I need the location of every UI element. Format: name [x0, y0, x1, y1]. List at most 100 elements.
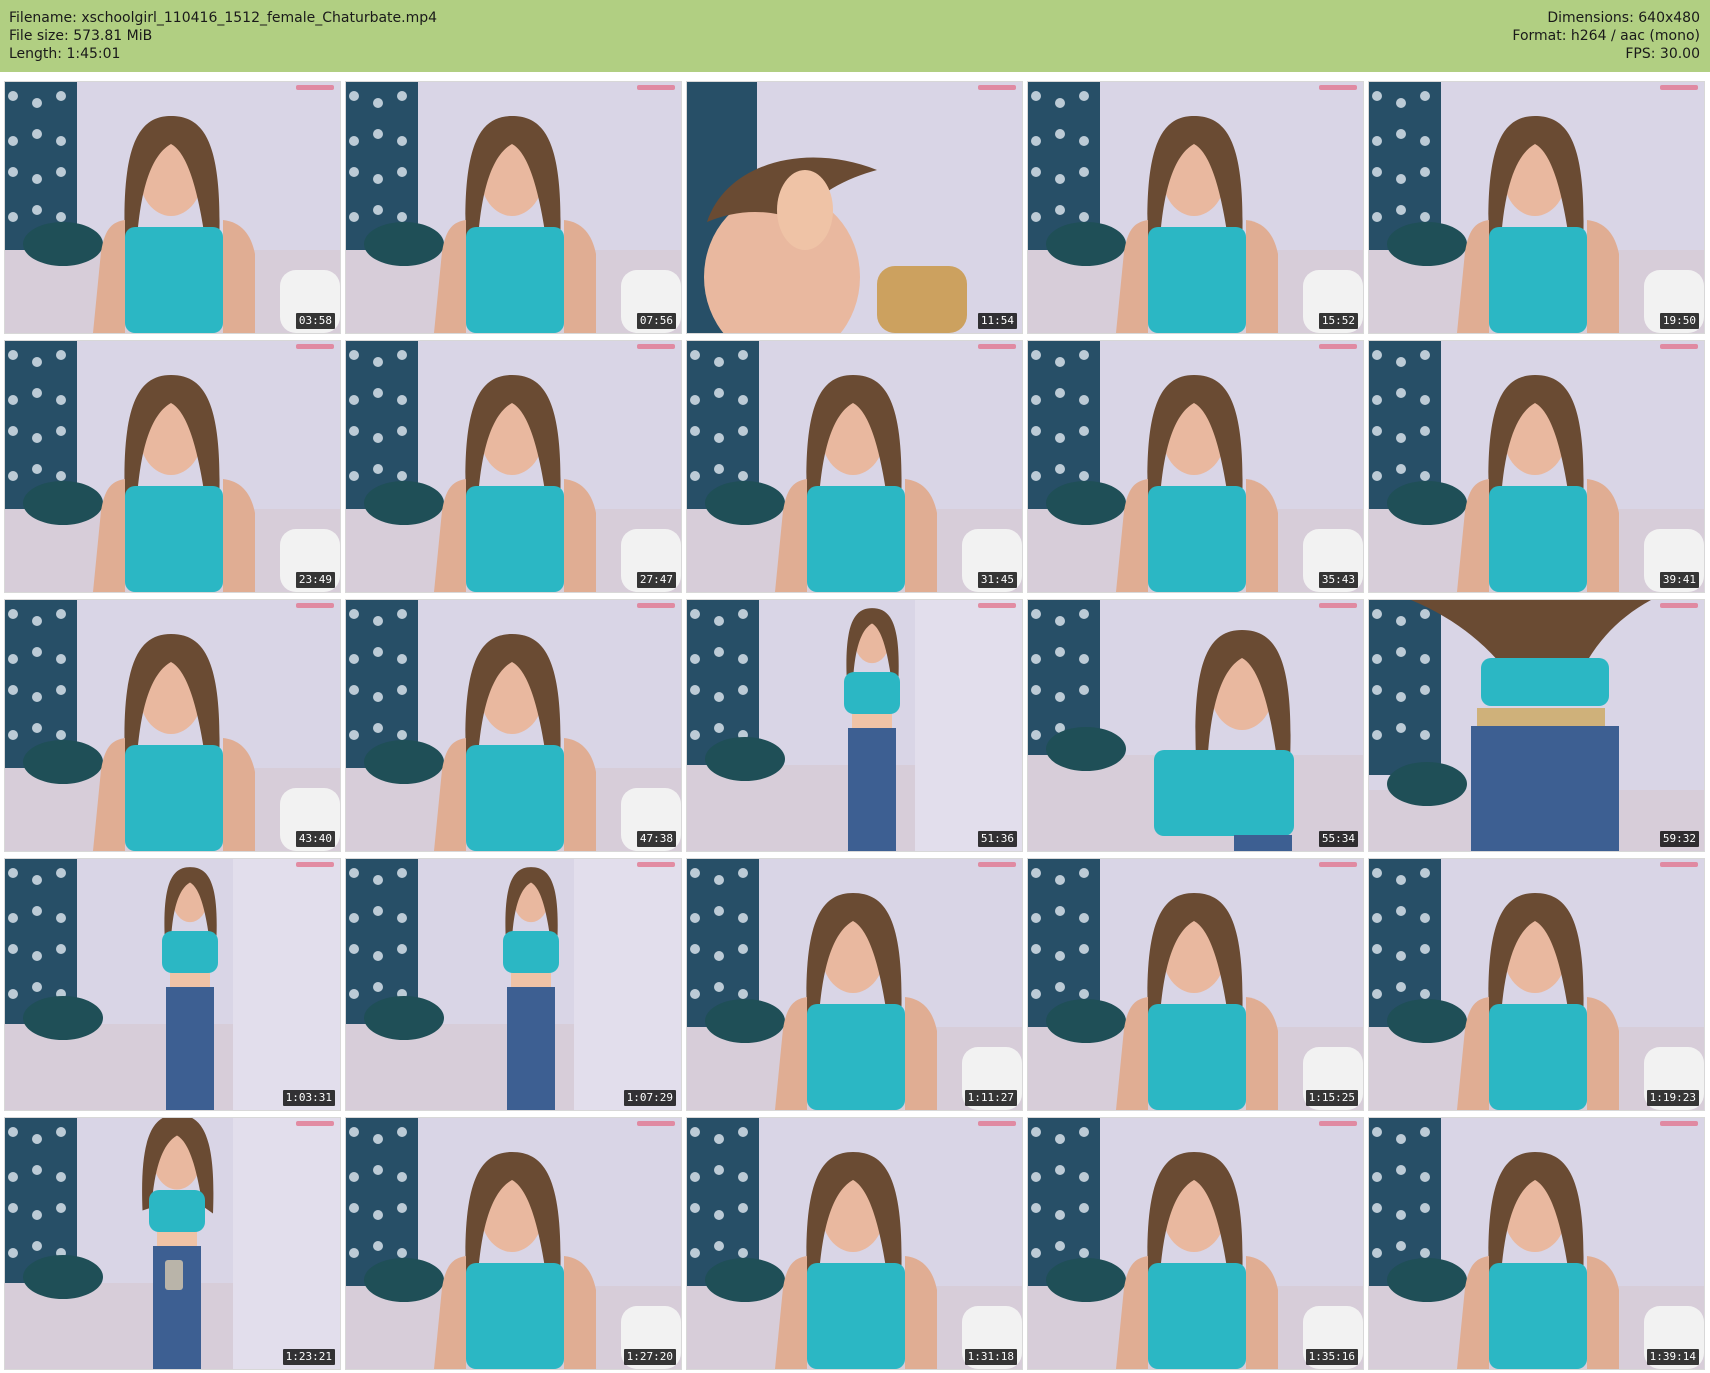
curtain-flower	[56, 136, 66, 146]
curtain-flower	[32, 1210, 42, 1220]
curtain-flower	[1031, 212, 1041, 222]
curtain-flower	[1079, 1203, 1089, 1213]
curtain-flower	[1372, 913, 1382, 923]
filesize-line: File size: 573.81 MiB	[9, 27, 437, 45]
curtain-flower	[32, 875, 42, 885]
curtain-flower	[1055, 1210, 1065, 1220]
curtain-flower	[1396, 174, 1406, 184]
curtain-flower	[1055, 129, 1065, 139]
frame-image	[5, 600, 340, 851]
curtain-flower	[56, 426, 66, 436]
frame-timestamp: 39:41	[1659, 572, 1699, 588]
curtain-flower	[1079, 167, 1089, 177]
curtain-flower	[1420, 426, 1430, 436]
tank-top-shape	[1154, 750, 1294, 836]
curtain-flower	[1031, 426, 1041, 436]
curtain-flower	[397, 944, 407, 954]
pillow-shape	[1387, 1258, 1467, 1302]
curtain-flower	[1031, 1172, 1041, 1182]
curtain-flower	[56, 91, 66, 101]
frame-timestamp: 1:35:16	[1305, 1349, 1358, 1365]
curtain-flower	[8, 944, 18, 954]
curtain-flower	[56, 944, 66, 954]
curtain-flower	[738, 654, 748, 664]
watermark-logo	[637, 603, 675, 608]
curtain-flower	[1420, 1127, 1430, 1137]
tank-top-shape	[1489, 1004, 1587, 1110]
frame-timestamp: 1:27:20	[623, 1349, 676, 1365]
curtain-flower	[738, 989, 748, 999]
watermark-logo	[637, 1121, 675, 1126]
fps-line: FPS: 30.00	[1512, 45, 1700, 63]
curtain-flower	[397, 609, 407, 619]
curtain-flower	[8, 167, 18, 177]
curtain-flower	[32, 433, 42, 443]
frame-image	[5, 1118, 340, 1369]
waist-shape	[170, 973, 210, 987]
curtain-flower	[373, 433, 383, 443]
curtain-flower	[1372, 471, 1382, 481]
filename-value: xschoolgirl_110416_1512_female_Chaturbat…	[81, 10, 438, 26]
curtain-flower	[1372, 730, 1382, 740]
curtain-flower	[56, 350, 66, 360]
wall-panel	[233, 859, 340, 1110]
curtain-flower	[1420, 91, 1430, 101]
frame-image	[1369, 341, 1704, 592]
curtain-flower	[1396, 692, 1406, 702]
curtain-flower	[1079, 395, 1089, 405]
format-line: Format: h264 / aac (mono)	[1512, 27, 1700, 45]
curtain-flower	[56, 913, 66, 923]
curtain-flower	[714, 388, 724, 398]
frame-image	[1028, 82, 1363, 333]
belt-shape	[1477, 708, 1605, 726]
curtain-flower	[349, 1203, 359, 1213]
pillow-shape	[364, 996, 444, 1040]
length-value: 1:45:01	[66, 46, 121, 62]
curtain-flower	[714, 951, 724, 961]
frame-image	[5, 82, 340, 333]
curtain-flower	[690, 730, 700, 740]
frame-timestamp: 51:36	[977, 831, 1017, 847]
video-frame-thumbnail: 07:56	[346, 82, 681, 333]
format-label: Format:	[1512, 28, 1567, 44]
curtain-flower	[714, 1165, 724, 1175]
curtain-flower	[56, 471, 66, 481]
frame-image	[1028, 1118, 1363, 1369]
curtain-flower	[8, 471, 18, 481]
curtain-flower	[397, 1203, 407, 1213]
watermark-logo	[978, 344, 1016, 349]
curtain-flower	[714, 875, 724, 885]
video-frame-thumbnail: 51:36	[687, 600, 1022, 851]
curtain-flower	[1396, 98, 1406, 108]
curtain-flower	[8, 212, 18, 222]
frame-timestamp: 1:15:25	[1305, 1090, 1358, 1106]
video-frame-thumbnail: 1:39:14	[1369, 1118, 1704, 1369]
curtain-flower	[8, 685, 18, 695]
curtain-flower	[738, 609, 748, 619]
watermark-logo	[637, 85, 675, 90]
curtain-flower	[738, 350, 748, 360]
dimensions-value: 640x480	[1638, 10, 1700, 26]
wall-panel	[915, 600, 1022, 851]
curtain-flower	[1420, 167, 1430, 177]
curtain-flower	[1055, 875, 1065, 885]
curtain-flower	[32, 616, 42, 626]
curtain-flower	[1396, 205, 1406, 215]
frame-image	[1369, 1118, 1704, 1369]
pillow-shape	[1387, 999, 1467, 1043]
watermark-logo	[296, 1121, 334, 1126]
curtain-flower	[1055, 205, 1065, 215]
frame-image	[5, 859, 340, 1110]
dimensions-line: Dimensions: 640x480	[1512, 9, 1700, 27]
frame-timestamp: 1:23:21	[282, 1349, 335, 1365]
curtain-flower	[1031, 730, 1041, 740]
curtain-flower	[738, 1172, 748, 1182]
curtain-flower	[373, 98, 383, 108]
curtain-flower	[1031, 989, 1041, 999]
curtain-flower	[1079, 1172, 1089, 1182]
chair-shape	[877, 266, 967, 333]
curtain-flower	[1396, 464, 1406, 474]
tank-top-shape	[466, 486, 564, 592]
filesize-value: 573.81 MiB	[73, 28, 153, 44]
curtain-flower	[690, 395, 700, 405]
